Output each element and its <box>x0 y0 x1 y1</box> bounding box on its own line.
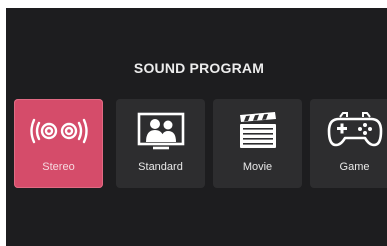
gamepad-icon <box>325 111 385 151</box>
stereo-speakers-icon <box>29 111 89 151</box>
option-label: Standard <box>138 161 183 173</box>
option-label: Stereo <box>42 161 75 173</box>
option-label: Game <box>339 161 370 173</box>
sound-program-screen: SOUND PROGRAM Stereo Standard Movie Game <box>6 8 387 246</box>
sound-program-options: Stereo Standard Movie Game <box>14 99 387 189</box>
sound-program-title: SOUND PROGRAM <box>133 60 265 76</box>
clapperboard-icon <box>228 111 288 151</box>
option-label: Movie <box>242 161 273 173</box>
option-standard[interactable]: Standard <box>116 99 205 188</box>
tv-viewers-icon <box>131 111 191 151</box>
option-movie[interactable]: Movie <box>213 99 302 188</box>
option-game[interactable]: Game <box>310 99 387 188</box>
option-stereo[interactable]: Stereo <box>14 99 103 188</box>
